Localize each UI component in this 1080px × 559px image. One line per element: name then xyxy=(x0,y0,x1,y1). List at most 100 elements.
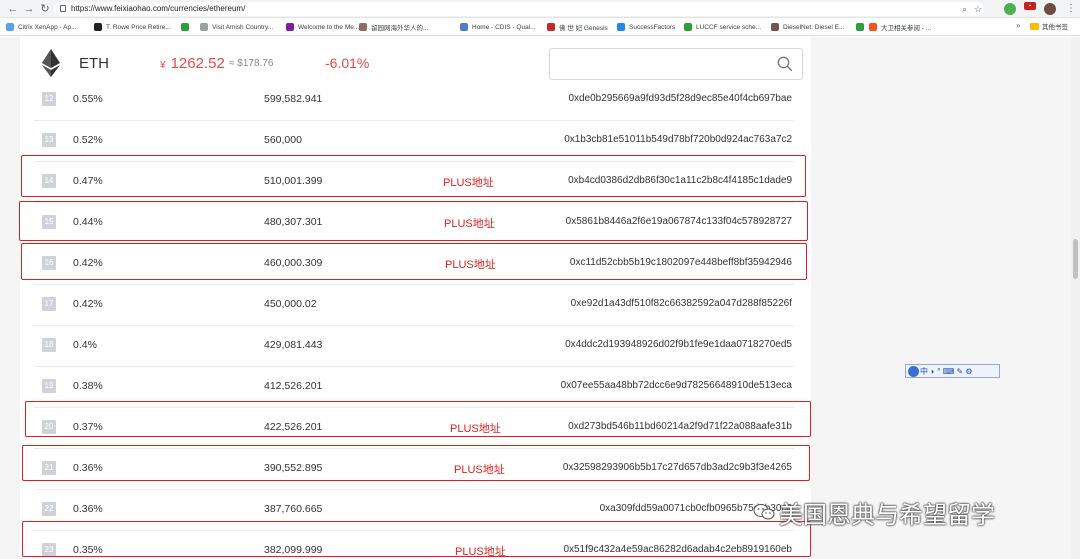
bookmark-item[interactable]: Home - CDIS - Qual... xyxy=(460,21,536,33)
bookmark-favicon-icon xyxy=(460,23,468,31)
search-icon[interactable] xyxy=(777,56,793,72)
zoom-icon[interactable]: ⌕ xyxy=(962,2,967,16)
bookmark-label: 留园网海外华人的... xyxy=(371,25,429,32)
bookmark-label: 佛 世 妃 Genesis xyxy=(559,25,608,32)
menu-icon[interactable]: ⋮ xyxy=(1066,2,1076,16)
url-text[interactable]: https://www.feixiaohao.com/currencies/et… xyxy=(71,3,245,15)
bookmark-item[interactable]: 大卫相关参阅 - ... xyxy=(869,21,931,33)
rank-badge: 18 xyxy=(42,338,56,352)
price-cny-value: 1262.52 xyxy=(170,55,225,72)
bookmark-label: LUCCF service sche... xyxy=(696,23,762,31)
bookmark-item[interactable]: 佛 世 妃 Genesis xyxy=(547,21,608,33)
bookmarks-bar: Citrix XenApp - Ap... T. Rowe Price Retir… xyxy=(0,18,1080,36)
bookmark-label: DieselNet: Diesel E... xyxy=(783,23,845,31)
bookmark-star-icon[interactable]: ☆ xyxy=(974,2,982,16)
rank-badge: 19 xyxy=(42,379,56,393)
folder-icon xyxy=(1030,22,1039,30)
wallet-address[interactable]: 0x4ddc2d193948926d02f9b1fe9e1daa0718270e… xyxy=(565,339,792,350)
bookmark-label: T. Rowe Price Retire... xyxy=(106,23,171,31)
highlight-box xyxy=(22,445,810,481)
bookmark-label: Welcome to the Me... xyxy=(298,23,360,31)
rank-badge: 13 xyxy=(42,133,56,147)
ime-toolbar[interactable]: 中 ◗ ° ⌨ ✎ ⚙ xyxy=(905,364,1000,378)
reload-icon[interactable]: ↻ xyxy=(38,2,52,16)
holding-percent: 0.52% xyxy=(73,134,103,146)
bookmark-item[interactable] xyxy=(856,21,868,33)
bookmark-item[interactable]: Visit Amish Country... xyxy=(200,21,273,33)
rank-badge: 12 xyxy=(42,92,56,106)
holding-percent: 0.4% xyxy=(73,339,97,351)
price-usd: ≈ $178.76 xyxy=(229,58,274,69)
holding-amount: 560,000 xyxy=(264,134,302,146)
wallet-address[interactable]: 0xe92d1a43df510f82c66382592a047d288f8522… xyxy=(571,298,792,309)
lock-icon xyxy=(60,5,66,12)
holding-amount: 450,000.02 xyxy=(264,298,317,310)
scrollbar-track[interactable] xyxy=(1071,37,1080,559)
bookmarks-more-icon[interactable]: » xyxy=(1016,21,1020,30)
highlight-box xyxy=(19,201,808,241)
wallet-address[interactable]: 0xde0b295669a9fd93d5f28d9ec85e40f4cb697b… xyxy=(568,93,792,104)
holding-percent: 0.55% xyxy=(73,93,103,105)
highlight-box xyxy=(21,243,807,280)
bookmark-item[interactable]: 留园网海外华人的... xyxy=(359,21,428,33)
ime-toolbar-icons[interactable]: 中 ◗ ° ⌨ ✎ ⚙ xyxy=(920,366,973,377)
address-bar[interactable]: https://www.feixiaohao.com/currencies/et… xyxy=(54,2,984,16)
bookmark-favicon-icon xyxy=(181,23,189,31)
coin-symbol: ETH xyxy=(79,55,109,72)
holding-percent: 0.38% xyxy=(73,380,103,392)
bookmark-favicon-icon xyxy=(684,23,692,31)
table-row[interactable]: 18 0.4% 429,081.443 0x4ddc2d193948926d02f9b… xyxy=(34,326,794,367)
extension-badge-icon[interactable]: ▪ xyxy=(1024,2,1036,10)
highlight-box xyxy=(25,401,811,437)
bookmark-item[interactable]: SuccessFactors xyxy=(617,21,675,33)
bookmark-label: Home - CDIS - Qual... xyxy=(472,23,536,31)
bookmark-label: Visit Amish Country... xyxy=(212,23,274,31)
wallet-address[interactable]: 0x1b3cb81e51011b549d78bf720b0d924ac763a7… xyxy=(564,134,792,145)
scrollbar-thumb[interactable] xyxy=(1073,239,1078,279)
ime-globe-icon[interactable] xyxy=(908,365,919,377)
search-input[interactable] xyxy=(549,48,803,80)
holding-amount: 429,081.443 xyxy=(264,339,323,351)
bookmark-favicon-icon xyxy=(6,23,14,31)
holding-amount: 387,760.665 xyxy=(264,503,323,515)
table-row[interactable]: 17 0.42% 450,000.02 0xe92d1a43df510f82c6638… xyxy=(34,285,794,326)
bookmark-item[interactable]: DieselNet: Diesel E... xyxy=(771,21,844,33)
ethereum-logo-icon xyxy=(42,49,60,77)
holding-amount: 599,582.941 xyxy=(264,93,323,105)
bookmark-favicon-icon xyxy=(286,23,294,31)
table-row[interactable]: 12 0.55% 599,582.941 0xde0b295669a9fd93d5f2… xyxy=(34,80,794,121)
bookmark-label: 大卫相关参阅 - ... xyxy=(881,25,932,32)
other-bookmarks-label: 其他书签 xyxy=(1042,24,1068,31)
rank-badge: 17 xyxy=(42,297,56,311)
price-change: -6.01% xyxy=(325,55,370,71)
bookmark-item[interactable]: T. Rowe Price Retire... xyxy=(94,21,171,33)
wechat-icon xyxy=(753,504,775,520)
browser-toolbar: ← → ↻ https://www.feixiaohao.com/currenc… xyxy=(0,0,1080,18)
bookmark-item[interactable]: LUCCF service sche... xyxy=(684,21,761,33)
bookmark-favicon-icon xyxy=(547,23,555,31)
bookmark-favicon-icon xyxy=(617,23,625,31)
bookmark-favicon-icon xyxy=(771,23,779,31)
browser-window: ← → ↻ https://www.feixiaohao.com/currenc… xyxy=(0,0,1080,559)
watermark: 美国恩典与希望留学 xyxy=(753,492,995,532)
extension-icon[interactable] xyxy=(1004,3,1016,15)
rank-badge: 22 xyxy=(42,502,56,516)
bookmark-favicon-icon xyxy=(856,23,864,31)
bookmark-item[interactable]: Welcome to the Me... xyxy=(286,21,359,33)
bookmark-item[interactable]: Citrix XenApp - Ap... xyxy=(6,21,77,33)
wallet-address[interactable]: 0x07ee55aa48bb72dcc6e9d78256648910de513e… xyxy=(561,380,792,391)
back-icon[interactable]: ← xyxy=(6,2,20,16)
forward-icon[interactable]: → xyxy=(22,2,36,16)
highlight-box xyxy=(22,521,811,557)
bookmark-label: Citrix XenApp - Ap... xyxy=(18,23,77,31)
bookmark-label: SuccessFactors xyxy=(629,23,676,31)
bookmark-item[interactable] xyxy=(181,21,193,33)
bookmark-favicon-icon xyxy=(200,23,208,31)
currency-symbol: ¥ xyxy=(160,60,166,71)
profile-avatar[interactable] xyxy=(1044,3,1056,15)
holding-amount: 412,526.201 xyxy=(264,380,323,392)
highlight-box xyxy=(21,155,806,197)
bookmark-favicon-icon xyxy=(94,23,102,31)
price-cny: ¥1262.52 xyxy=(160,55,225,72)
other-bookmarks-folder[interactable]: 其他书签 xyxy=(1030,21,1068,31)
